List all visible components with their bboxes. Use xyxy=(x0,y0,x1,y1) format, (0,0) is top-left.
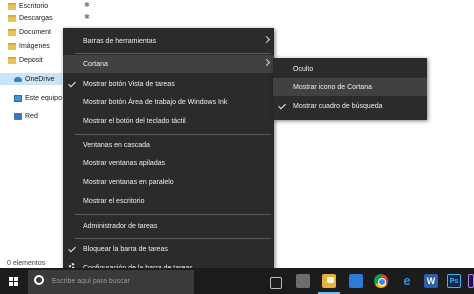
taskbar-search-box[interactable]: Escribe aquí para buscar xyxy=(28,270,194,294)
folder-icon xyxy=(8,14,16,22)
menu-item-cortana[interactable]: Cortana xyxy=(63,55,274,73)
menu-item-label: Mostrar botón Vista de tareas xyxy=(83,80,175,88)
nav-item-network[interactable]: Red xyxy=(14,110,38,122)
menu-separator xyxy=(75,238,271,239)
word-icon[interactable]: W xyxy=(424,274,438,288)
folder-icon xyxy=(8,56,16,64)
nav-item-deposit[interactable]: Deposit xyxy=(8,54,43,66)
photoshop-icon[interactable]: Ps xyxy=(447,274,461,288)
menu-item-show-ink-workspace[interactable]: Mostrar botón Área de trabajo de Windows… xyxy=(63,93,274,111)
folder-icon xyxy=(8,28,16,36)
cortana-circle-icon xyxy=(34,275,44,285)
nav-item-label: Imágenes xyxy=(19,42,50,50)
menu-item-task-manager[interactable]: Administrador de tareas xyxy=(63,217,274,235)
edge-icon[interactable]: e xyxy=(400,274,414,288)
menu-item-show-desktop[interactable]: Mostrar el escritorio xyxy=(63,192,274,210)
nav-item-pictures[interactable]: Imágenes xyxy=(8,40,50,52)
menu-item-label: Cortana xyxy=(83,60,108,68)
taskbar-context-menu: Barras de herramientas Cortana Mostrar b… xyxy=(63,28,274,282)
menu-item-label: Bloquear la barra de tareas xyxy=(83,245,168,253)
submenu-item-hidden[interactable]: Oculto xyxy=(273,60,427,78)
menu-item-label: Mostrar el escritorio xyxy=(83,197,145,205)
nav-item-label: Este equipo xyxy=(25,94,62,102)
menu-item-label: Mostrar icono de Cortana xyxy=(293,83,372,91)
file-explorer-icon-detail xyxy=(327,277,334,283)
submenu-item-show-search-box[interactable]: Mostrar cuadro de búsqueda xyxy=(273,97,427,115)
menu-item-toolbars[interactable]: Barras de herramientas xyxy=(63,32,274,50)
menu-item-label: Mostrar cuadro de búsqueda xyxy=(293,102,383,110)
menu-item-label: Mostrar ventanas en paralelo xyxy=(83,178,174,186)
menu-item-label: Barras de herramientas xyxy=(83,37,157,45)
nav-item-label: Descargas xyxy=(19,14,53,22)
nav-item-documents[interactable]: Document xyxy=(8,26,51,38)
menu-separator xyxy=(75,53,271,54)
pin-icon: ✱ xyxy=(84,2,90,9)
menu-item-label: Mostrar ventanas apiladas xyxy=(83,159,166,167)
chrome-icon-center xyxy=(378,278,386,286)
chevron-right-icon xyxy=(262,58,271,67)
menu-item-label: Mostrar botón Área de trabajo de Windows… xyxy=(83,98,228,106)
calculator-icon[interactable] xyxy=(296,274,310,288)
menu-item-stacked[interactable]: Mostrar ventanas apiladas xyxy=(63,154,274,172)
nav-item-label: OneDrive xyxy=(25,75,55,83)
nav-item-downloads[interactable]: Descargas xyxy=(8,12,52,24)
search-placeholder: Escribe aquí para buscar xyxy=(52,278,130,285)
network-icon xyxy=(14,112,22,120)
nav-item-this-pc[interactable]: Este equipo xyxy=(14,92,62,104)
menu-separator xyxy=(75,134,271,135)
checkmark-icon xyxy=(68,244,76,253)
chevron-right-icon xyxy=(262,35,271,44)
menu-item-label: Oculto xyxy=(293,65,314,73)
menu-item-show-touch-keyboard[interactable]: Mostrar el botón del teclado táctil xyxy=(63,112,274,130)
menu-item-label: Ventanas en cascada xyxy=(83,141,150,149)
menu-separator xyxy=(75,214,271,215)
menu-item-cascade[interactable]: Ventanas en cascada xyxy=(63,136,274,154)
store-icon[interactable] xyxy=(349,274,363,288)
menu-item-label: Administrador de tareas xyxy=(83,222,158,230)
windows-start-icon[interactable] xyxy=(9,277,19,287)
nav-item-desktop[interactable]: Escritorio xyxy=(8,0,48,12)
nav-item-label: Red xyxy=(25,112,38,120)
nav-item-label: Deposit xyxy=(19,56,43,64)
onedrive-icon xyxy=(14,76,22,82)
pin-icon: ✱ xyxy=(84,14,90,21)
folder-icon xyxy=(8,2,16,10)
checkmark-icon xyxy=(278,101,286,110)
folder-icon xyxy=(8,42,16,50)
menu-item-lock-taskbar[interactable]: Bloquear la barra de tareas xyxy=(63,240,274,258)
premiere-icon[interactable] xyxy=(468,274,474,288)
cortana-submenu: Oculto Mostrar icono de Cortana Mostrar … xyxy=(273,58,427,120)
menu-item-side-by-side[interactable]: Mostrar ventanas en paralelo xyxy=(63,173,274,191)
nav-item-onedrive[interactable]: OneDrive xyxy=(14,73,55,85)
menu-item-label: Mostrar el botón del teclado táctil xyxy=(83,117,186,125)
computer-icon xyxy=(14,94,22,102)
task-view-icon[interactable] xyxy=(270,277,282,289)
checkmark-icon xyxy=(68,79,76,88)
nav-item-label: Document xyxy=(19,28,51,36)
nav-item-label: Escritorio xyxy=(19,2,49,10)
submenu-item-show-cortana-icon[interactable]: Mostrar icono de Cortana xyxy=(273,78,427,96)
status-bar-count: 0 elementos xyxy=(7,260,46,267)
menu-item-show-task-view[interactable]: Mostrar botón Vista de tareas xyxy=(63,75,274,93)
